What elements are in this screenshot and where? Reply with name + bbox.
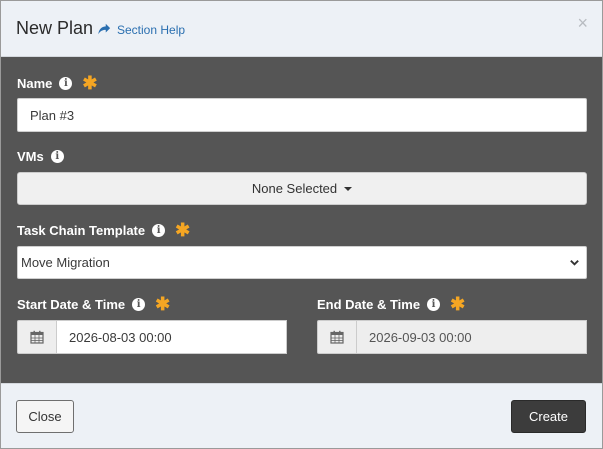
end-date-label-row: End Date & Time i ✱ <box>317 294 466 314</box>
modal-footer: Close Create <box>1 383 602 448</box>
vms-multiselect-button[interactable]: None Selected <box>17 172 587 205</box>
new-plan-modal: New Plan Section Help × Name i ✱ Plan #3… <box>0 0 603 449</box>
section-help-link[interactable]: Section Help <box>97 21 185 39</box>
task-chain-label: Task Chain Template <box>17 223 146 238</box>
create-button[interactable]: Create <box>511 400 586 433</box>
asterisk-icon: ✱ <box>175 220 191 240</box>
start-date-calendar-button[interactable] <box>17 320 56 354</box>
task-chain-select[interactable]: Move Migration <box>17 246 587 279</box>
info-icon[interactable]: i <box>132 298 146 311</box>
vms-label-row: VMs i <box>17 149 64 164</box>
start-date-label: Start Date & Time <box>17 297 126 312</box>
start-date-input[interactable]: 2026-08-03 00:00 <box>56 320 287 354</box>
share-arrow-icon <box>97 22 111 39</box>
asterisk-icon: ✱ <box>155 294 171 314</box>
vms-selected-label: None Selected <box>251 181 338 196</box>
info-icon[interactable]: i <box>59 77 73 90</box>
info-icon[interactable]: i <box>50 150 64 163</box>
start-date-label-row: Start Date & Time i ✱ <box>17 294 171 314</box>
end-date-label: End Date & Time <box>317 297 421 312</box>
modal-title: New Plan <box>16 18 94 38</box>
vms-label: VMs <box>17 149 44 164</box>
task-chain-label-row: Task Chain Template i ✱ <box>17 220 191 240</box>
end-date-calendar-button[interactable] <box>317 320 356 354</box>
end-date-group: 2026-09-03 00:00 <box>317 320 587 354</box>
close-icon[interactable]: × <box>577 14 588 32</box>
end-date-input[interactable]: 2026-09-03 00:00 <box>356 320 587 354</box>
task-chain-selected-value: Move Migration <box>21 255 110 270</box>
modal-header: New Plan Section Help × <box>1 1 602 57</box>
name-label: Name <box>17 76 53 91</box>
start-date-group: 2026-08-03 00:00 <box>17 320 287 354</box>
close-button[interactable]: Close <box>16 400 74 433</box>
asterisk-icon: ✱ <box>450 294 466 314</box>
section-help-label: Section Help <box>117 23 186 37</box>
chevron-down-icon <box>570 260 579 266</box>
modal-body: Name i ✱ Plan #3 VMs i None Selected Tas… <box>1 57 602 383</box>
info-icon[interactable]: i <box>427 298 441 311</box>
name-label-row: Name i ✱ <box>17 73 98 93</box>
asterisk-icon: ✱ <box>82 73 98 93</box>
caret-down-icon <box>344 186 353 191</box>
info-icon[interactable]: i <box>152 224 166 237</box>
calendar-icon <box>330 330 344 344</box>
calendar-icon <box>30 330 44 344</box>
name-input[interactable]: Plan #3 <box>17 98 587 132</box>
